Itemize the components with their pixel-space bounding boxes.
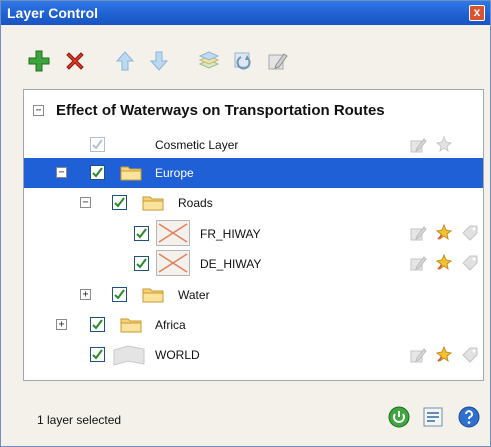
tree-row-label: FR_HIWAY — [200, 227, 261, 241]
layer-properties-icon — [198, 51, 220, 69]
tree-row-europe[interactable]: − Europe — [24, 158, 483, 188]
edit-layer-icon[interactable] — [408, 223, 428, 243]
collapse-root-toggle[interactable]: − — [33, 105, 44, 116]
folder-icon — [120, 164, 142, 181]
move-up-icon — [115, 51, 135, 71]
tree-row-cosmetic[interactable]: Cosmetic Layer — [24, 130, 483, 160]
select-layer-icon[interactable] — [434, 345, 454, 365]
tree-row-label: Roads — [178, 196, 213, 210]
edit-layer-icon[interactable] — [408, 345, 428, 365]
tree-row-africa[interactable]: + Africa — [24, 310, 483, 340]
tree-row-label: Africa — [155, 318, 186, 332]
help-icon — [458, 406, 480, 428]
label-tag-icon[interactable] — [460, 223, 480, 243]
de-hiway-checkbox[interactable] — [134, 256, 149, 271]
layer-options-button[interactable] — [421, 405, 445, 429]
apply-button[interactable] — [387, 405, 411, 429]
tree-row-label: WORLD — [155, 348, 200, 362]
water-checkbox[interactable] — [112, 287, 127, 302]
region-layer-thumbnail — [112, 344, 146, 366]
world-checkbox[interactable] — [90, 347, 105, 362]
add-icon — [28, 50, 50, 72]
layer-properties-button[interactable] — [195, 47, 223, 75]
edit-layer-icon[interactable] — [408, 253, 428, 273]
expand-africa-toggle[interactable]: + — [56, 319, 67, 330]
tree-row-de-hiway[interactable]: DE_HIWAY — [24, 248, 483, 278]
tree-row-water[interactable]: + Water — [24, 280, 483, 310]
help-button[interactable] — [457, 405, 481, 429]
expand-water-toggle[interactable]: + — [80, 289, 91, 300]
move-down-button[interactable] — [145, 47, 173, 75]
folder-icon — [142, 286, 164, 303]
cosmetic-checkbox[interactable] — [90, 137, 105, 152]
power-icon — [388, 406, 410, 428]
fr-hiway-checkbox[interactable] — [134, 226, 149, 241]
move-up-button[interactable] — [111, 47, 139, 75]
layer-options-icon — [423, 407, 443, 427]
delete-icon — [66, 52, 84, 70]
tree-row-fr-hiway[interactable]: FR_HIWAY — [24, 218, 483, 248]
folder-icon — [120, 316, 142, 333]
add-layer-button[interactable] — [25, 47, 53, 75]
status-text: 1 layer selected — [37, 413, 122, 427]
check-icon — [114, 289, 125, 300]
select-layer-icon[interactable] — [434, 135, 454, 155]
tree-row-label: DE_HIWAY — [200, 257, 262, 271]
line-layer-thumbnail — [156, 250, 190, 276]
refresh-layer-button[interactable] — [229, 47, 257, 75]
line-layer-thumbnail — [156, 220, 190, 246]
collapse-europe-toggle[interactable]: − — [56, 167, 67, 178]
check-icon — [92, 167, 103, 178]
tree-row-roads[interactable]: − Roads — [24, 188, 483, 218]
tree-row-label: Cosmetic Layer — [155, 138, 239, 152]
check-icon — [92, 349, 103, 360]
select-layer-icon[interactable] — [434, 253, 454, 273]
roads-checkbox[interactable] — [112, 195, 127, 210]
label-tag-icon[interactable] — [460, 253, 480, 273]
edit-style-icon — [268, 53, 288, 70]
remove-layer-button[interactable] — [61, 47, 89, 75]
check-icon — [114, 197, 125, 208]
edit-layer-icon[interactable] — [408, 135, 428, 155]
move-down-icon — [149, 51, 169, 71]
layer-control-window: Layer Control x − Effect of Waterways on… — [0, 0, 491, 447]
label-tag-icon[interactable] — [460, 345, 480, 365]
close-button[interactable]: x — [469, 5, 485, 21]
tree-row-world[interactable]: WORLD — [24, 340, 483, 370]
folder-icon — [142, 194, 164, 211]
title-bar[interactable]: Layer Control x — [1, 1, 490, 25]
edit-style-button[interactable] — [263, 47, 291, 75]
layer-tree[interactable]: − Effect of Waterways on Transportation … — [23, 89, 484, 381]
tree-row-root[interactable]: − Effect of Waterways on Transportation … — [24, 96, 483, 126]
refresh-layer-icon — [234, 52, 251, 70]
africa-checkbox[interactable] — [90, 317, 105, 332]
check-icon — [136, 258, 147, 269]
check-icon — [92, 139, 103, 150]
europe-checkbox[interactable] — [90, 165, 105, 180]
check-icon — [136, 228, 147, 239]
tree-row-label: Europe — [155, 166, 194, 180]
tree-row-label: Water — [178, 288, 210, 302]
select-layer-icon[interactable] — [434, 223, 454, 243]
window-title: Layer Control — [7, 5, 99, 21]
map-title: Effect of Waterways on Transportation Ro… — [56, 102, 385, 119]
check-icon — [92, 319, 103, 330]
collapse-roads-toggle[interactable]: − — [80, 197, 91, 208]
